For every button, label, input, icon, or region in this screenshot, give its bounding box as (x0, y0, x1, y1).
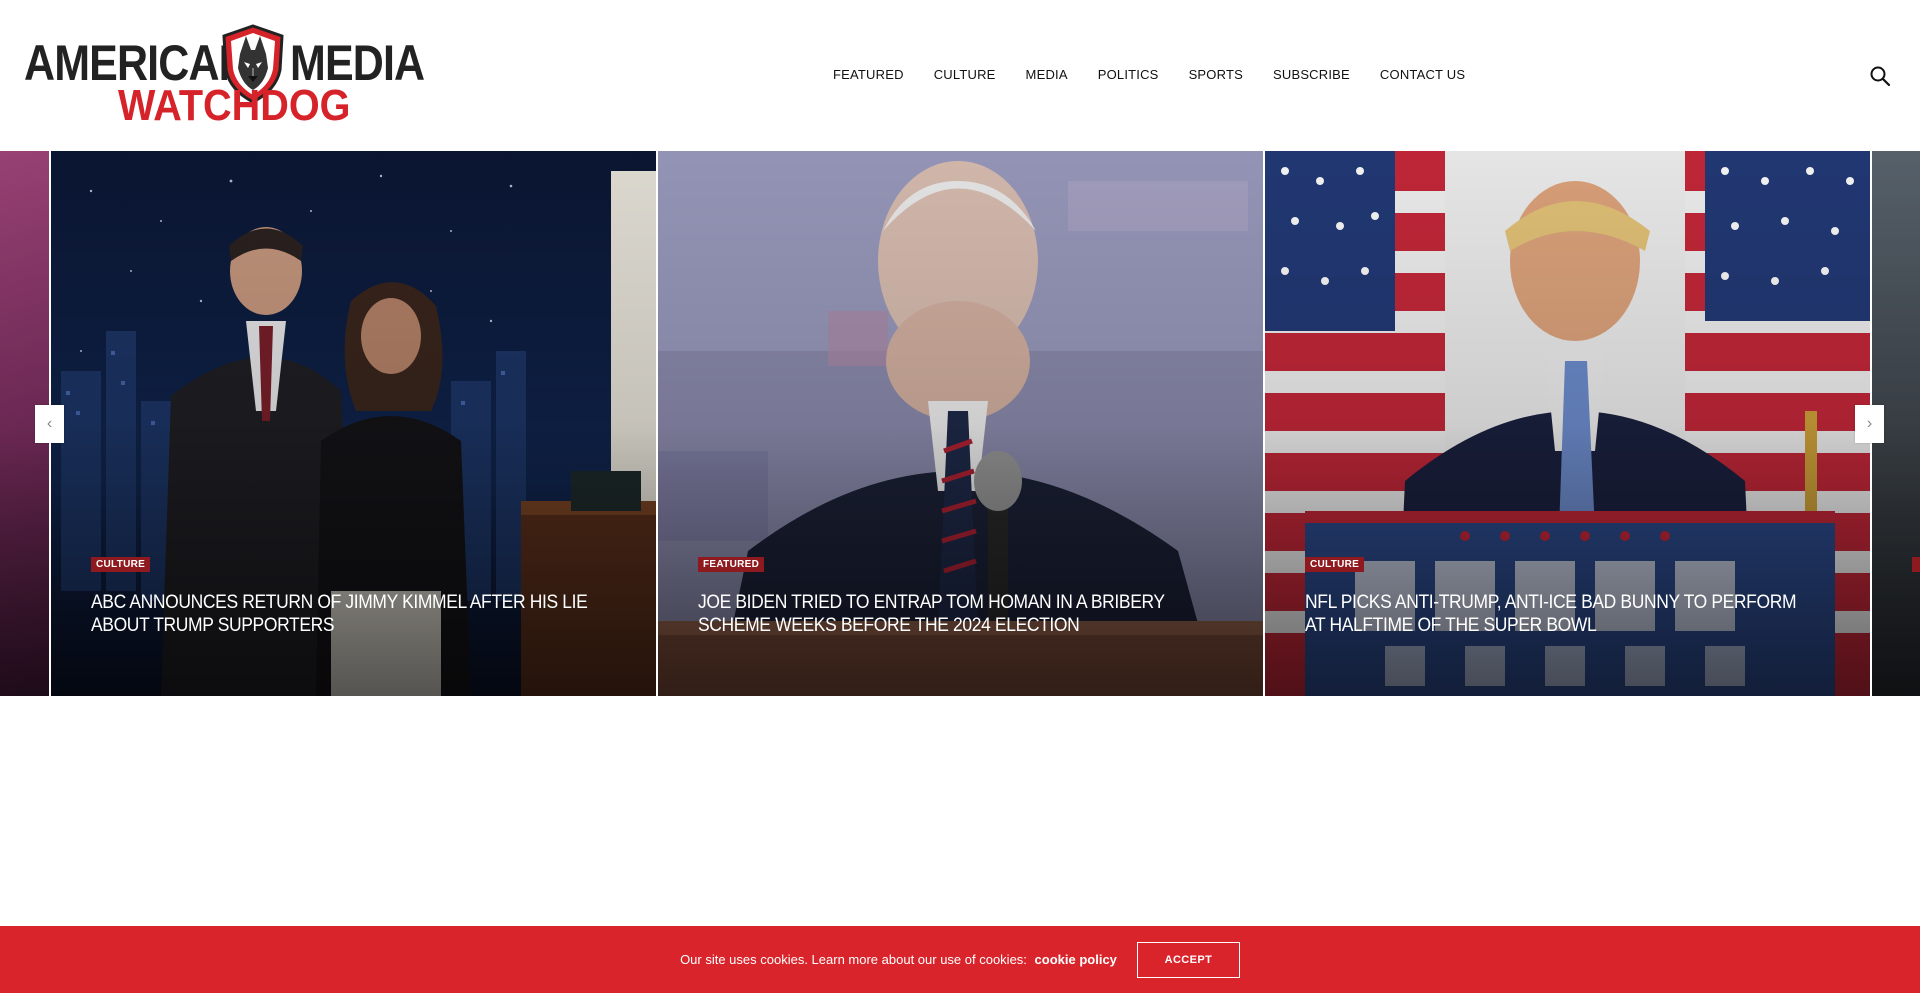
cookie-policy-link[interactable]: cookie policy (1035, 952, 1117, 967)
nav-item-culture[interactable]: CULTURE (919, 67, 1011, 82)
slide-title[interactable]: ABC ANNOUNCES RETURN OF JIMMY KIMMEL AFT… (91, 591, 588, 637)
site-logo[interactable]: AMERICAN MEDIA WATCHDOG (24, 24, 425, 130)
category-badge[interactable]: CULTURE (1305, 557, 1365, 572)
slide-2[interactable]: FEATURED JOE BIDEN TRIED TO ENTRAP TOM H… (658, 151, 1263, 696)
slide-1[interactable]: CULTURE ABC ANNOUNCES RETURN OF JIMMY KI… (51, 151, 656, 696)
featured-slider: CULTURE ABC ANNOUNCES RETURN OF JIMMY KI… (0, 151, 1920, 696)
site-header: AMERICAN MEDIA WATCHDOG FEATURED CULTURE… (0, 0, 1920, 151)
cookie-banner: Our site uses cookies. Learn more about … (0, 926, 1920, 993)
category-badge[interactable]: CULTURE (91, 557, 151, 572)
category-badge[interactable]: FEATURED (698, 557, 765, 572)
chevron-right-icon: › (1866, 415, 1873, 432)
nav-item-featured[interactable]: FEATURED (818, 67, 919, 82)
slide-3[interactable]: CULTURE NFL PICKS ANTI-TRUMP, ANTI-ICE B… (1265, 151, 1870, 696)
logo-word-watchdog: WATCHDOG (118, 81, 351, 130)
nav-item-contact-us[interactable]: CONTACT US (1365, 67, 1480, 82)
search-icon[interactable] (1868, 64, 1892, 88)
cookie-message: Our site uses cookies. Learn more about … (680, 952, 1117, 967)
nav-item-media[interactable]: MEDIA (1011, 67, 1083, 82)
category-badge-partial[interactable] (1912, 557, 1920, 572)
cookie-accept-button[interactable]: ACCEPT (1136, 941, 1240, 978)
cookie-text: Our site uses cookies. Learn more about … (680, 952, 1027, 967)
slide-title[interactable]: NFL PICKS ANTI-TRUMP, ANTI-ICE BAD BUNNY… (1305, 591, 1802, 637)
slider-prev-button[interactable]: ‹ (35, 405, 64, 443)
main-nav: FEATURED CULTURE MEDIA POLITICS SPORTS S… (818, 62, 1480, 86)
nav-item-sports[interactable]: SPORTS (1174, 67, 1258, 82)
nav-item-subscribe[interactable]: SUBSCRIBE (1258, 67, 1365, 82)
chevron-left-icon: ‹ (46, 415, 53, 432)
slide-title[interactable]: JOE BIDEN TRIED TO ENTRAP TOM HOMAN IN A… (698, 591, 1195, 637)
slider-next-button[interactable]: › (1855, 405, 1884, 443)
nav-item-politics[interactable]: POLITICS (1083, 67, 1174, 82)
